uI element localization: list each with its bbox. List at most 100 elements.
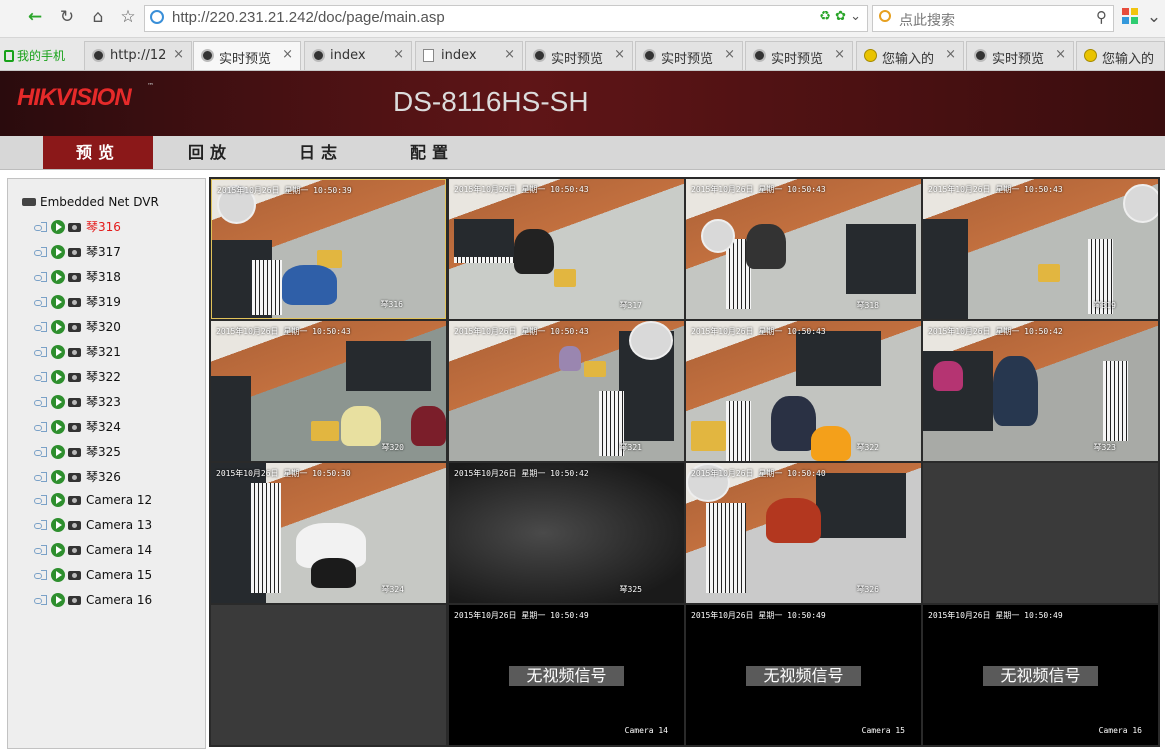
channel-item[interactable]: 琴321 <box>33 343 121 363</box>
video-tile[interactable]: 2015年10月26日 星期一 10:50:49 无视频信号 Camera 14 <box>449 605 684 745</box>
camera-icon <box>68 496 81 505</box>
channel-item[interactable]: 琴323 <box>33 393 121 413</box>
video-tile[interactable]: 2015年10月26日 星期一 10:50:40 琴326 <box>686 463 921 603</box>
browser-tab[interactable]: 您输入的 <box>1076 41 1165 70</box>
back-icon[interactable]: ← <box>24 6 46 28</box>
play-icon[interactable] <box>51 295 65 309</box>
link-icon <box>33 422 49 432</box>
play-icon[interactable] <box>51 518 65 532</box>
channel-item[interactable]: 琴319 <box>33 293 121 313</box>
close-icon[interactable]: × <box>614 47 625 62</box>
video-tile[interactable]: 2015年10月26日 星期一 10:50:43 琴319 <box>923 179 1158 319</box>
globe-icon <box>974 49 987 62</box>
browser-toolbar: ← ↻ ⌂ ☆ http://220.231.21.242/doc/page/m… <box>0 0 1165 38</box>
play-icon[interactable] <box>51 470 65 484</box>
menu-config[interactable]: 配置 <box>377 136 487 169</box>
play-icon[interactable] <box>51 270 65 284</box>
browser-tab[interactable]: 实时预览 × <box>745 41 853 70</box>
address-bar[interactable]: http://220.231.21.242/doc/page/main.asp … <box>144 5 868 32</box>
play-icon[interactable] <box>51 220 65 234</box>
home-icon[interactable]: ⌂ <box>87 6 109 28</box>
tab-label: index <box>441 48 477 63</box>
link-icon <box>33 545 49 555</box>
channel-item[interactable]: 琴316 <box>33 218 121 238</box>
menu-preview[interactable]: 预览 <box>43 136 153 169</box>
browser-tab[interactable]: 实时预览 × <box>525 41 633 70</box>
browser-tab[interactable]: index × <box>304 41 412 70</box>
channel-item[interactable]: 琴322 <box>33 368 121 388</box>
play-icon[interactable] <box>51 445 65 459</box>
channel-item[interactable]: 琴326 <box>33 468 121 488</box>
refresh-icon[interactable]: ↻ <box>56 6 78 28</box>
channel-label: Camera 12 <box>86 493 153 507</box>
apps-icon[interactable] <box>1122 8 1140 26</box>
browser-tab[interactable]: http://12 × <box>84 41 192 70</box>
browser-tab[interactable]: 您输入的 × <box>856 41 964 70</box>
play-icon[interactable] <box>51 320 65 334</box>
video-feed <box>923 179 1158 319</box>
browser-tab[interactable]: 实时预览 × <box>966 41 1074 70</box>
video-tile[interactable]: 2015年10月26日 星期一 10:50:49 无视频信号 Camera 15 <box>686 605 921 745</box>
video-tile[interactable]: 2015年10月26日 星期一 10:50:39 琴316 <box>211 179 446 319</box>
close-icon[interactable]: × <box>504 47 515 62</box>
menu-playback[interactable]: 回放 <box>155 136 265 169</box>
device-tree-root[interactable]: Embedded Net DVR <box>22 195 159 209</box>
camera-icon <box>68 298 81 307</box>
play-icon[interactable] <box>51 593 65 607</box>
close-icon[interactable]: × <box>173 47 184 62</box>
browser-tab[interactable]: index × <box>415 41 523 70</box>
browser-tab[interactable]: 实时预览 × <box>635 41 743 70</box>
close-icon[interactable]: × <box>834 47 845 62</box>
play-icon[interactable] <box>51 395 65 409</box>
video-tile[interactable]: 2015年10月26日 星期一 10:50:43 琴317 <box>449 179 684 319</box>
video-tile[interactable]: 2015年10月26日 星期一 10:50:43 琴321 <box>449 321 684 461</box>
channel-item[interactable]: Camera 16 <box>33 593 152 613</box>
channel-item[interactable]: 琴318 <box>33 268 121 288</box>
search-icon[interactable]: ⚲ <box>1096 8 1107 26</box>
link-icon <box>33 272 49 282</box>
channel-label: 琴321 <box>86 345 121 359</box>
video-tile-empty[interactable] <box>211 605 446 745</box>
channel-item[interactable]: Camera 15 <box>33 568 152 588</box>
play-icon[interactable] <box>51 245 65 259</box>
camera-icon <box>68 223 81 232</box>
channel-item[interactable]: Camera 12 <box>33 493 152 513</box>
close-icon[interactable]: × <box>724 47 735 62</box>
video-tile-empty[interactable] <box>923 463 1158 603</box>
video-tile[interactable]: 2015年10月26日 星期一 10:50:42 琴323 <box>923 321 1158 461</box>
video-tile[interactable]: 2015年10月26日 星期一 10:50:42 琴325 <box>449 463 684 603</box>
play-icon[interactable] <box>51 420 65 434</box>
video-tile[interactable]: 2015年10月26日 星期一 10:50:49 无视频信号 Camera 16 <box>923 605 1158 745</box>
close-icon[interactable]: × <box>1055 47 1066 62</box>
trademark-mark: ™ <box>147 82 154 90</box>
bookmark-my-phone[interactable]: 我的手机 <box>4 47 65 64</box>
channel-label: 琴316 <box>86 220 121 234</box>
channel-item[interactable]: 琴317 <box>33 243 121 263</box>
close-icon[interactable]: × <box>282 47 293 62</box>
osd-channel-label: 琴317 <box>619 301 642 310</box>
menu-log[interactable]: 日志 <box>266 136 376 169</box>
reload-security-icon[interactable]: ♻ ✿ ⌄ <box>819 9 861 24</box>
camera-icon <box>68 546 81 555</box>
channel-item[interactable]: Camera 14 <box>33 543 152 563</box>
close-icon[interactable]: × <box>393 47 404 62</box>
play-icon[interactable] <box>51 370 65 384</box>
channel-item[interactable]: Camera 13 <box>33 518 152 538</box>
video-feed <box>449 463 684 603</box>
channel-item[interactable]: 琴324 <box>33 418 121 438</box>
play-icon[interactable] <box>51 493 65 507</box>
chevron-down-icon[interactable]: ⌄ <box>1143 6 1165 28</box>
play-icon[interactable] <box>51 345 65 359</box>
channel-item[interactable]: 琴320 <box>33 318 121 338</box>
search-input[interactable]: 点此搜索 ⚲ <box>872 5 1114 32</box>
channel-item[interactable]: 琴325 <box>33 443 121 463</box>
video-tile[interactable]: 2015年10月26日 星期一 10:50:43 琴320 <box>211 321 446 461</box>
browser-tab[interactable]: 实时预览 × <box>193 41 301 70</box>
play-icon[interactable] <box>51 568 65 582</box>
video-tile[interactable]: 2015年10月26日 星期一 10:50:30 琴324 <box>211 463 446 603</box>
video-tile[interactable]: 2015年10月26日 星期一 10:50:43 琴318 <box>686 179 921 319</box>
close-icon[interactable]: × <box>945 47 956 62</box>
star-icon[interactable]: ☆ <box>117 6 139 28</box>
play-icon[interactable] <box>51 543 65 557</box>
video-tile[interactable]: 2015年10月26日 星期一 10:50:43 琴322 <box>686 321 921 461</box>
